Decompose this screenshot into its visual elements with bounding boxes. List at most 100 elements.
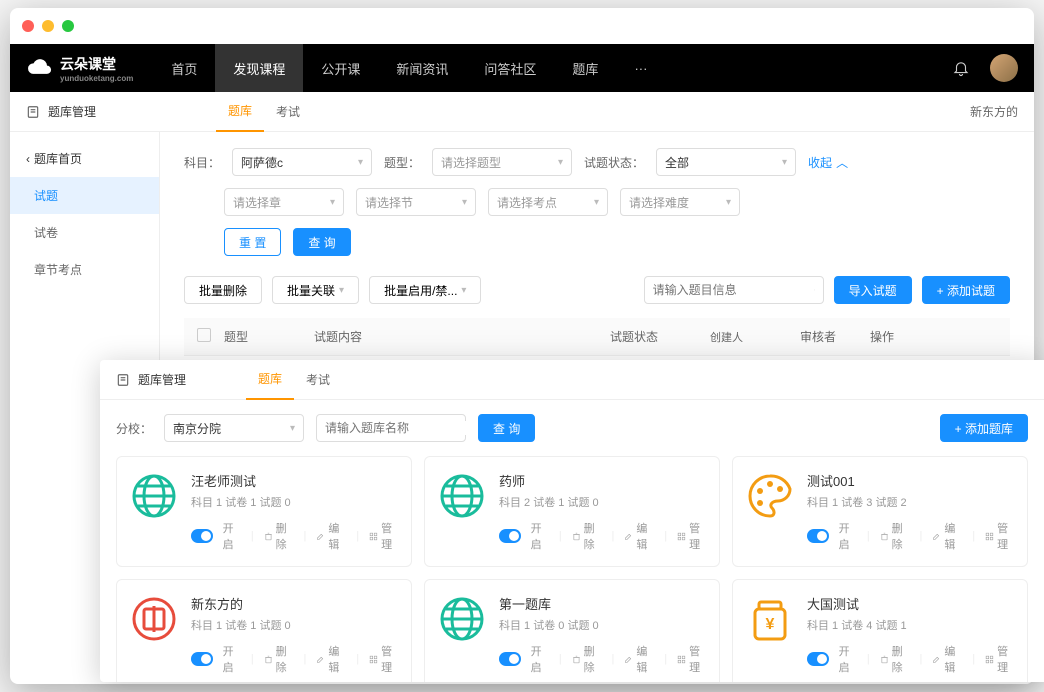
bank-card: 汪老师测试 科目 1 试卷 1 试题 0 开启 | 删除 | 编辑 | 管理 [116,456,412,567]
card-edit[interactable]: 编辑 [932,520,962,552]
card-manage[interactable]: 管理 [369,520,399,552]
bank-card: 新东方的 科目 1 试卷 1 试题 0 开启 | 删除 | 编辑 | 管理 [116,579,412,682]
card-meta: 科目 1 试卷 3 试题 2 [807,494,1015,510]
toggle-switch[interactable] [807,529,829,543]
overlay-tab-bank[interactable]: 题库 [246,360,294,400]
nav-open[interactable]: 公开课 [303,44,378,92]
status-label: 试题状态： [584,154,644,171]
mac-titlebar [10,8,1034,44]
toggle-switch[interactable] [499,652,521,666]
card-manage[interactable]: 管理 [677,643,707,675]
card-delete[interactable]: 删除 [572,643,602,675]
card-edit[interactable]: 编辑 [316,520,346,552]
overlay-query-button[interactable]: 查 询 [478,414,535,442]
card-title: 汪老师测试 [191,471,399,490]
jar-orange-icon [745,594,795,644]
card-delete[interactable]: 删除 [880,643,910,675]
bulk-link-button[interactable]: 批量关联 ▾ [272,276,359,304]
card-manage[interactable]: 管理 [985,643,1015,675]
difficulty-select[interactable]: 请选择难度▾ [620,188,740,216]
tab-exam[interactable]: 考试 [264,92,312,132]
overlay-tab-exam[interactable]: 考试 [294,360,342,400]
breadcrumb-right: 新东方的 [970,103,1018,120]
tab-bank[interactable]: 题库 [216,92,264,132]
query-button[interactable]: 查 询 [293,228,350,256]
sidebar-item-papers[interactable]: 试卷 [10,214,159,251]
card-delete[interactable]: 删除 [264,643,294,675]
card-delete[interactable]: 删除 [572,520,602,552]
open-label: 开启 [531,643,549,675]
card-edit[interactable]: 编辑 [624,643,654,675]
collapse-link[interactable]: 收起︿ [808,154,848,171]
open-label: 开启 [223,643,241,675]
overlay-search[interactable] [316,414,466,442]
card-meta: 科目 1 试卷 1 试题 0 [191,617,399,633]
sub-header: 题库管理 题库 考试 新东方的 [10,92,1034,132]
card-edit[interactable]: 编辑 [316,643,346,675]
nav-bank[interactable]: 题库 [554,44,616,92]
card-title: 新东方的 [191,594,399,613]
card-edit[interactable]: 编辑 [932,643,962,675]
subject-select[interactable]: 阿萨德c▾ [232,148,372,176]
maximize-dot[interactable] [62,20,74,32]
card-manage[interactable]: 管理 [985,520,1015,552]
card-edit[interactable]: 编辑 [624,520,654,552]
card-delete[interactable]: 删除 [880,520,910,552]
avatar[interactable] [990,54,1018,82]
bulk-toggle-button[interactable]: 批量启用/禁... ▾ [369,276,481,304]
coin-red-icon [129,594,179,644]
page-title: 题库管理 [48,103,96,120]
card-manage[interactable]: 管理 [369,643,399,675]
branch-select[interactable]: 南京分院▾ [164,414,304,442]
chapter-select[interactable]: 请选择章▾ [224,188,344,216]
card-title: 药师 [499,471,707,490]
nav-news[interactable]: 新闻资讯 [378,44,466,92]
add-question-button[interactable]: + 添加试题 [922,276,1010,304]
add-bank-button[interactable]: + 添加题库 [940,414,1028,442]
toggle-switch[interactable] [807,652,829,666]
close-dot[interactable] [22,20,34,32]
logo-text: 云朵课堂 [60,54,133,74]
status-select[interactable]: 全部▾ [656,148,796,176]
nav-discover[interactable]: 发现课程 [215,44,303,92]
search-box[interactable] [644,276,824,304]
card-manage[interactable]: 管理 [677,520,707,552]
open-label: 开启 [223,520,241,552]
type-select[interactable]: 请选择题型▾ [432,148,572,176]
card-delete[interactable]: 删除 [264,520,294,552]
nav-items: 首页 发现课程 公开课 新闻资讯 问答社区 题库 ··· [153,44,665,92]
nav-more[interactable]: ··· [616,44,665,92]
sidebar-back[interactable]: ‹ 题库首页 [10,140,159,177]
logo[interactable]: 云朵课堂 yunduoketang.com [26,54,133,83]
search-input[interactable] [653,283,808,297]
sidebar-item-questions[interactable]: 试题 [10,177,159,214]
bulk-delete-button[interactable]: 批量删除 [184,276,262,304]
card-title: 第一题库 [499,594,707,613]
toggle-switch[interactable] [191,652,213,666]
bell-icon[interactable] [952,59,970,77]
open-label: 开启 [839,643,857,675]
import-button[interactable]: 导入试题 [834,276,912,304]
open-label: 开启 [531,520,549,552]
nav-home[interactable]: 首页 [153,44,215,92]
logo-sub: yunduoketang.com [60,74,133,83]
chevron-down-icon: ▾ [358,157,363,168]
card-meta: 科目 1 试卷 0 试题 0 [499,617,707,633]
reset-button[interactable]: 重 置 [224,228,281,256]
bank-card: 第一题库 科目 1 试卷 0 试题 0 开启 | 删除 | 编辑 | 管理 [424,579,720,682]
toggle-switch[interactable] [191,529,213,543]
sidebar-item-points[interactable]: 章节考点 [10,251,159,288]
card-title: 大国测试 [807,594,1015,613]
minimize-dot[interactable] [42,20,54,32]
select-all-checkbox[interactable] [197,328,211,342]
point-select[interactable]: 请选择考点▾ [488,188,608,216]
nav-qa[interactable]: 问答社区 [466,44,554,92]
toggle-switch[interactable] [499,529,521,543]
table-header: 题型 试题内容 试题状态 创建人 审核者 操作 [184,318,1010,356]
globe-green-icon [129,471,179,521]
overlay-search-input[interactable] [325,421,480,435]
bank-card: 药师 科目 2 试卷 1 试题 0 开启 | 删除 | 编辑 | 管理 [424,456,720,567]
top-nav: 云朵课堂 yunduoketang.com 首页 发现课程 公开课 新闻资讯 问… [10,44,1034,92]
bank-card: 大国测试 科目 1 试卷 4 试题 1 开启 | 删除 | 编辑 | 管理 [732,579,1028,682]
section-select[interactable]: 请选择节▾ [356,188,476,216]
